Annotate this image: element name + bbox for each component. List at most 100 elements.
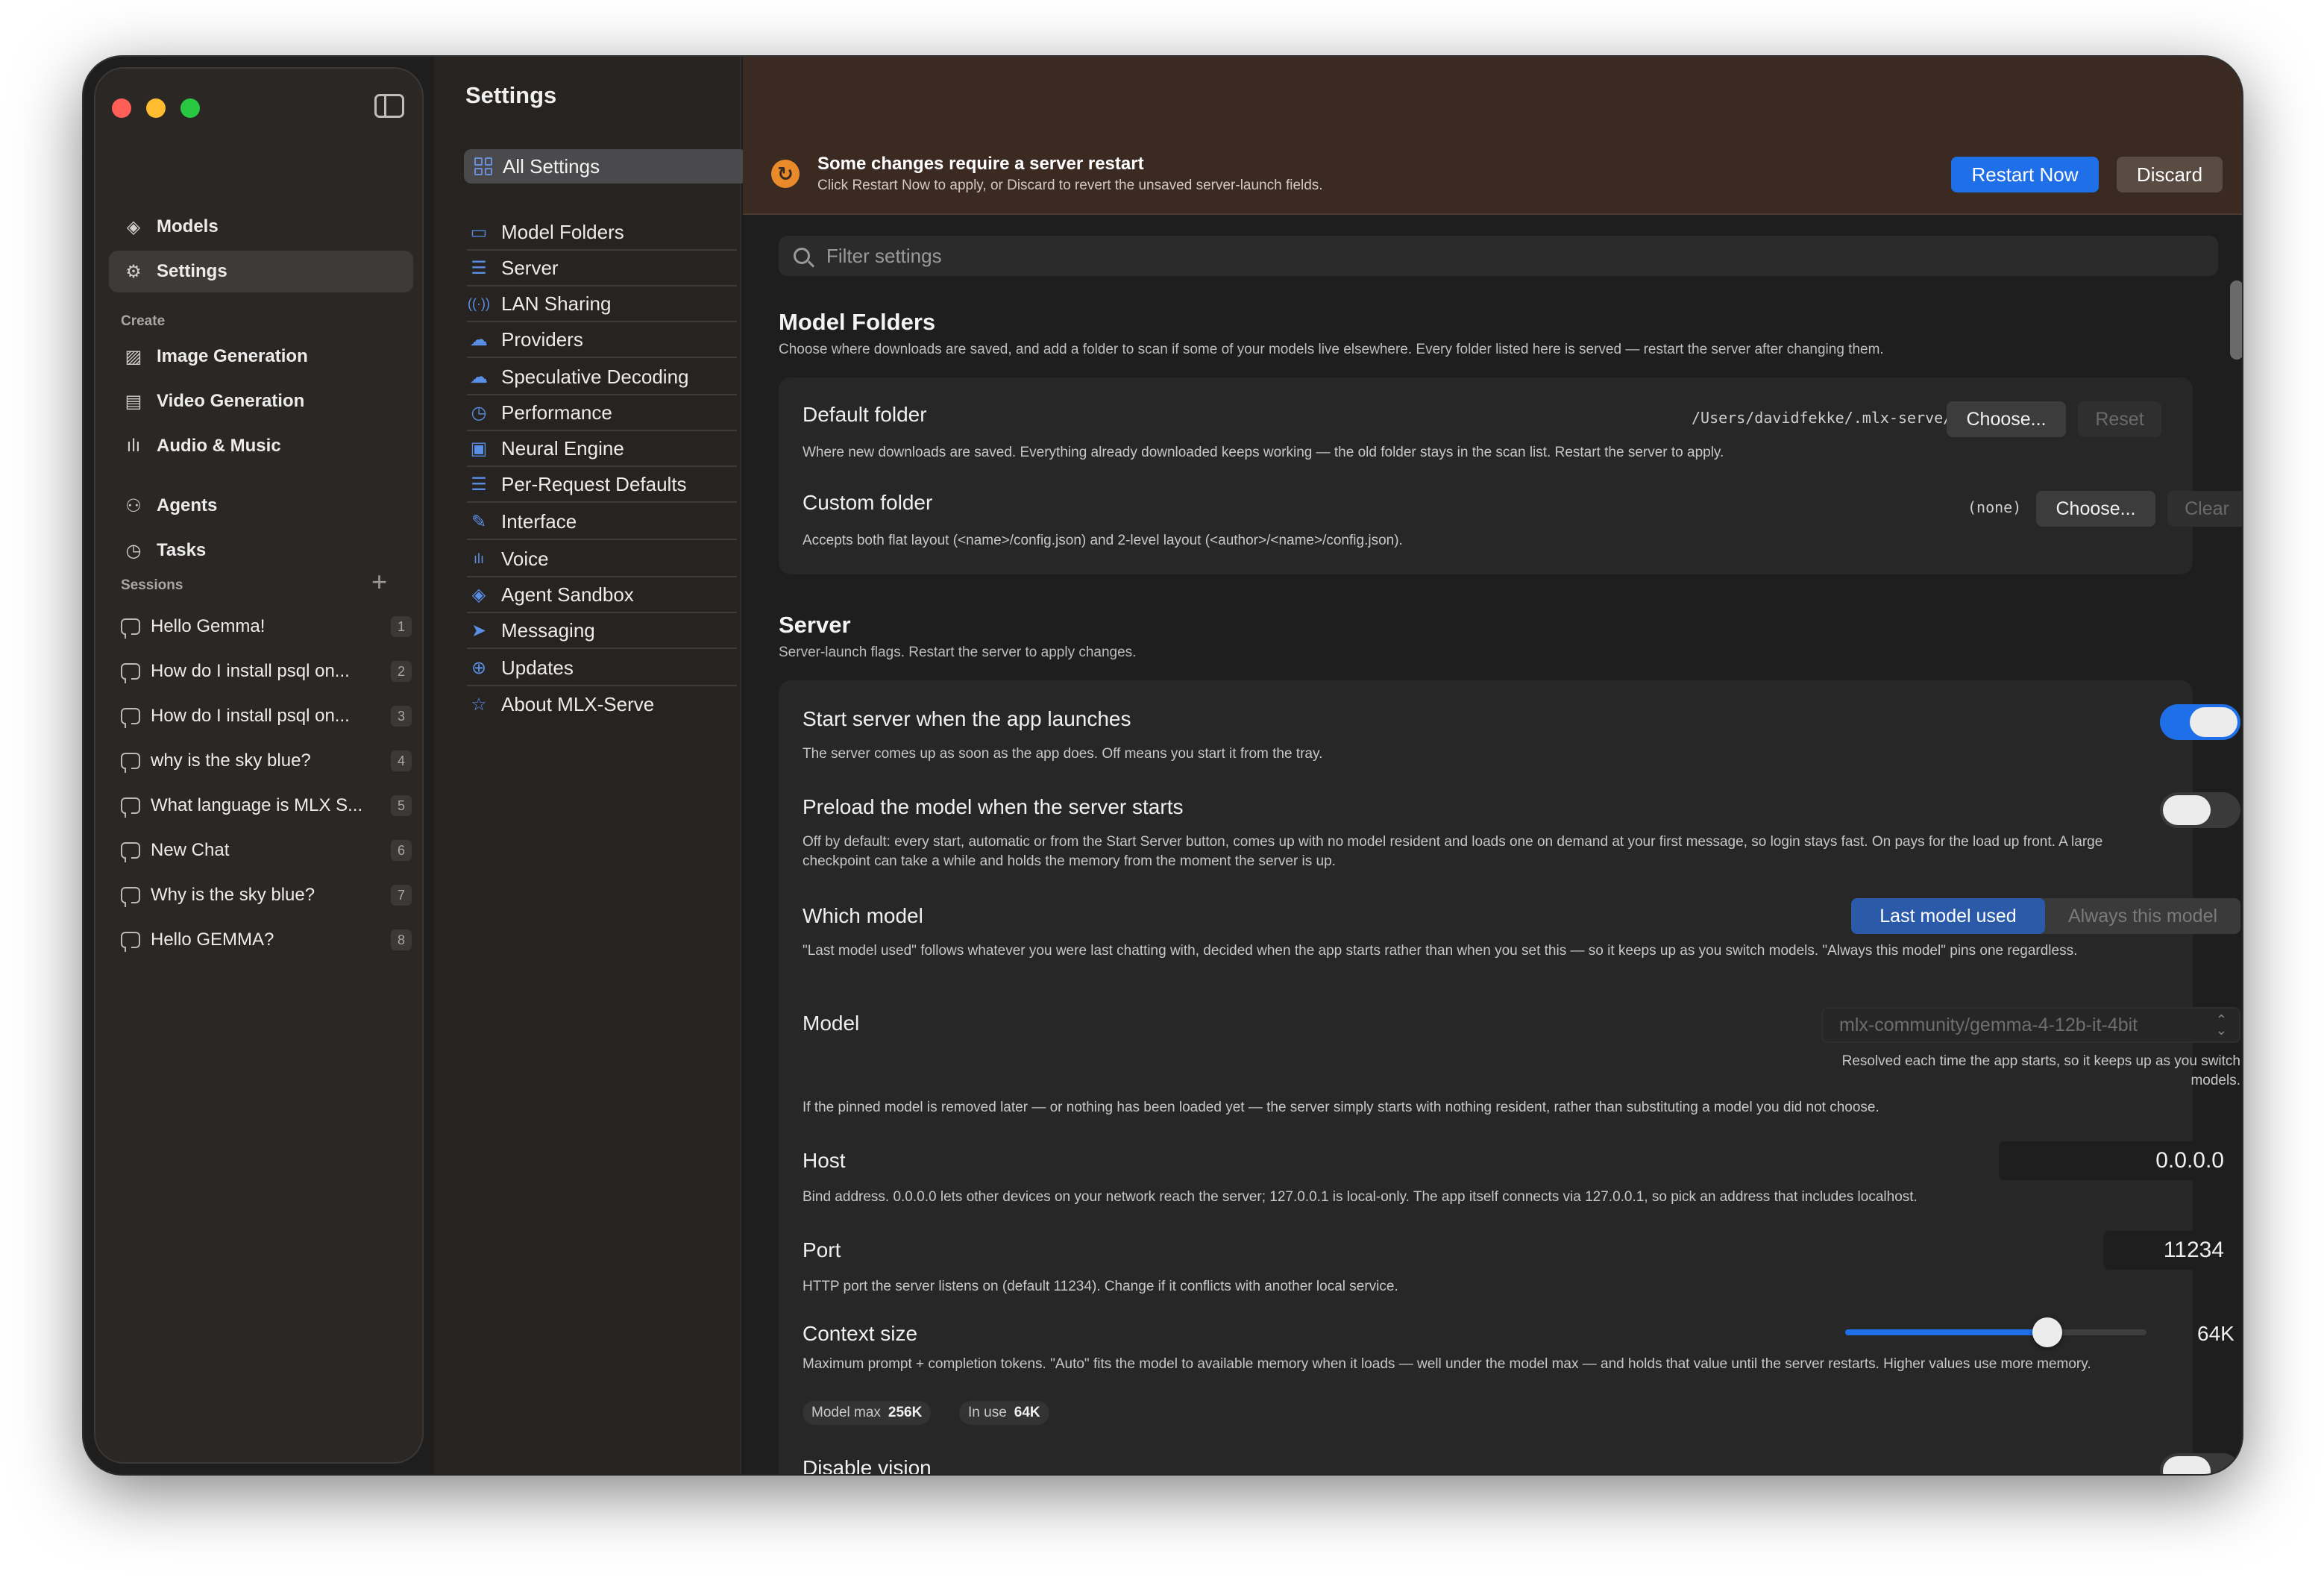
create-heading: Create xyxy=(121,313,166,329)
clear-custom-folder-button[interactable]: Clear xyxy=(2167,491,2242,527)
settings-nav-interface[interactable]: ✎ Interface xyxy=(467,504,737,540)
settings-nav-per-request-defaults[interactable]: ☰ Per-Request Defaults xyxy=(467,467,737,503)
section-subtitle-server: Server-launch flags. Restart the server … xyxy=(779,645,1137,660)
settings-nav-updates[interactable]: ⊕ Updates xyxy=(467,651,737,686)
settings-nav-about[interactable]: ☆ About MLX-Serve xyxy=(467,686,737,722)
settings-nav-label: Interface xyxy=(501,510,577,533)
settings-nav-label: Server xyxy=(501,256,559,279)
sidebar-item-agents[interactable]: ⚇ Agents xyxy=(109,485,413,527)
last-model-used-option[interactable]: Last model used xyxy=(1851,898,2045,934)
port-label: Port xyxy=(803,1238,841,1261)
sidebar-item-models[interactable]: ◈ Models xyxy=(109,206,413,248)
chat-bubble-icon xyxy=(121,708,140,728)
stack-icon: ◈ xyxy=(126,216,141,237)
settings-nav-label: Voice xyxy=(501,547,549,570)
session-item[interactable]: Why is the sky blue? 7 xyxy=(121,879,412,912)
sidebar-item-label: Models xyxy=(157,216,219,236)
filter-settings-input[interactable]: Filter settings xyxy=(779,236,2218,276)
chat-bubble-icon xyxy=(121,618,140,639)
restart-warning-icon: ↻ xyxy=(771,160,800,188)
settings-nav-performance[interactable]: ◷ Performance xyxy=(467,395,737,431)
settings-nav-speculative-decoding[interactable]: ☁ Speculative Decoding xyxy=(467,360,737,395)
choose-custom-folder-button[interactable]: Choose... xyxy=(2036,491,2155,527)
preload-model-toggle[interactable] xyxy=(2160,792,2240,828)
session-item[interactable]: why is the sky blue? 4 xyxy=(121,745,412,777)
sidebar-item-tasks[interactable]: ◷ Tasks xyxy=(109,530,413,571)
sidebar: ◈ Models ⚙ Settings Create ▨ Image Gener… xyxy=(94,67,424,1464)
disable-vision-toggle[interactable] xyxy=(2160,1453,2240,1474)
banner-subtitle: Click Restart Now to apply, or Discard t… xyxy=(817,178,1323,193)
sidebar-item-settings[interactable]: ⚙ Settings xyxy=(109,251,413,292)
context-size-value: 64K xyxy=(2197,1322,2235,1345)
settings-nav-messaging[interactable]: ➤ Messaging xyxy=(467,613,737,649)
sidebar-toggle-icon[interactable] xyxy=(374,94,404,118)
session-item[interactable]: Hello GEMMA? 8 xyxy=(121,924,412,956)
model-max-label: Model max xyxy=(811,1405,881,1420)
sidebar-item-audio-music[interactable]: ılı Audio & Music xyxy=(109,425,413,467)
sessions-heading: Sessions xyxy=(121,577,183,593)
settings-nav-label: Speculative Decoding xyxy=(501,365,689,388)
add-session-button[interactable]: + xyxy=(371,568,387,595)
disable-vision-label: Disable vision xyxy=(803,1456,932,1474)
which-model-segmented-control: Last model used Always this model xyxy=(1851,898,2240,934)
zoom-window-button[interactable] xyxy=(180,98,200,118)
paperplane-icon: ➤ xyxy=(471,620,487,641)
session-item[interactable]: What language is MLX S... 5 xyxy=(121,789,412,822)
close-window-button[interactable] xyxy=(112,98,131,118)
section-title-server: Server xyxy=(779,612,851,638)
custom-folder-description: Accepts both flat layout (<name>/config.… xyxy=(803,533,1403,548)
session-number: 2 xyxy=(391,661,412,682)
all-settings-item[interactable]: All Settings xyxy=(464,149,747,184)
settings-nav-providers[interactable]: ☁ Providers xyxy=(467,322,737,358)
model-label: Model xyxy=(803,1012,860,1035)
host-description: Bind address. 0.0.0.0 lets other devices… xyxy=(803,1189,1918,1205)
settings-nav-agent-sandbox[interactable]: ◈ Agent Sandbox xyxy=(467,577,737,613)
port-input[interactable]: 11234 xyxy=(2103,1231,2240,1270)
sidebar-item-label: Audio & Music xyxy=(157,436,281,456)
settings-nav-server[interactable]: ☰ Server xyxy=(467,251,737,286)
settings-nav-label: About MLX-Serve xyxy=(501,692,655,715)
in-use-badge: In use 64K xyxy=(959,1401,1049,1425)
context-size-slider-knob[interactable] xyxy=(2032,1317,2062,1347)
sidebar-item-label: Settings xyxy=(157,261,227,281)
context-size-label: Context size xyxy=(803,1322,918,1345)
restart-banner: ↻ Some changes require a server restart … xyxy=(743,57,2242,215)
settings-nav-model-folders[interactable]: ▭ Model Folders xyxy=(467,215,737,251)
sidebar-item-label: Video Generation xyxy=(157,391,305,411)
settings-nav-label: LAN Sharing xyxy=(501,292,612,315)
settings-nav-voice[interactable]: ılı Voice xyxy=(467,542,737,577)
brush-icon: ✎ xyxy=(471,511,487,532)
settings-nav-label: Agent Sandbox xyxy=(501,583,634,606)
custom-folder-label: Custom folder xyxy=(803,491,933,514)
session-title: Hello GEMMA? xyxy=(151,930,274,950)
sidebar-item-image-generation[interactable]: ▨ Image Generation xyxy=(109,336,413,377)
settings-nav-lan-sharing[interactable]: ((·)) LAN Sharing xyxy=(467,286,737,322)
minimize-window-button[interactable] xyxy=(146,98,166,118)
start-server-toggle[interactable] xyxy=(2160,704,2240,740)
session-number: 7 xyxy=(391,885,412,906)
chat-bubble-icon xyxy=(121,753,140,773)
session-item[interactable]: How do I install psql on... 3 xyxy=(121,700,412,733)
session-item[interactable]: Hello Gemma! 1 xyxy=(121,610,412,643)
host-input[interactable]: 0.0.0.0 xyxy=(1999,1141,2240,1180)
scrollbar-thumb[interactable] xyxy=(2230,280,2242,360)
discard-button[interactable]: Discard xyxy=(2117,157,2223,192)
session-item[interactable]: New Chat 6 xyxy=(121,834,412,867)
settings-nav-neural-engine[interactable]: ▣ Neural Engine xyxy=(467,431,737,467)
restart-now-button[interactable]: Restart Now xyxy=(1951,157,2099,192)
session-number: 1 xyxy=(391,616,412,637)
cloud-bolt-icon: ☁ xyxy=(470,366,488,387)
settings-nav-label: Neural Engine xyxy=(501,436,624,460)
model-select-value: mlx-community/gemma-4-12b-it-4bit xyxy=(1839,1014,2138,1035)
session-item[interactable]: How do I install psql on... 2 xyxy=(121,655,412,688)
sidebar-item-video-generation[interactable]: ▤ Video Generation xyxy=(109,380,413,422)
model-select[interactable]: mlx-community/gemma-4-12b-it-4bit ⌃ ⌄ xyxy=(1821,1007,2240,1043)
choose-default-folder-button[interactable]: Choose... xyxy=(1947,401,2066,437)
clock-icon: ◷ xyxy=(125,540,142,561)
session-title: Why is the sky blue? xyxy=(151,885,315,905)
reset-default-folder-button[interactable]: Reset xyxy=(2078,401,2161,437)
always-this-model-option[interactable]: Always this model xyxy=(2045,898,2240,934)
in-use-label: In use xyxy=(968,1405,1007,1420)
banner-title: Some changes require a server restart xyxy=(817,154,1144,174)
gear-icon: ⚙ xyxy=(125,261,142,282)
